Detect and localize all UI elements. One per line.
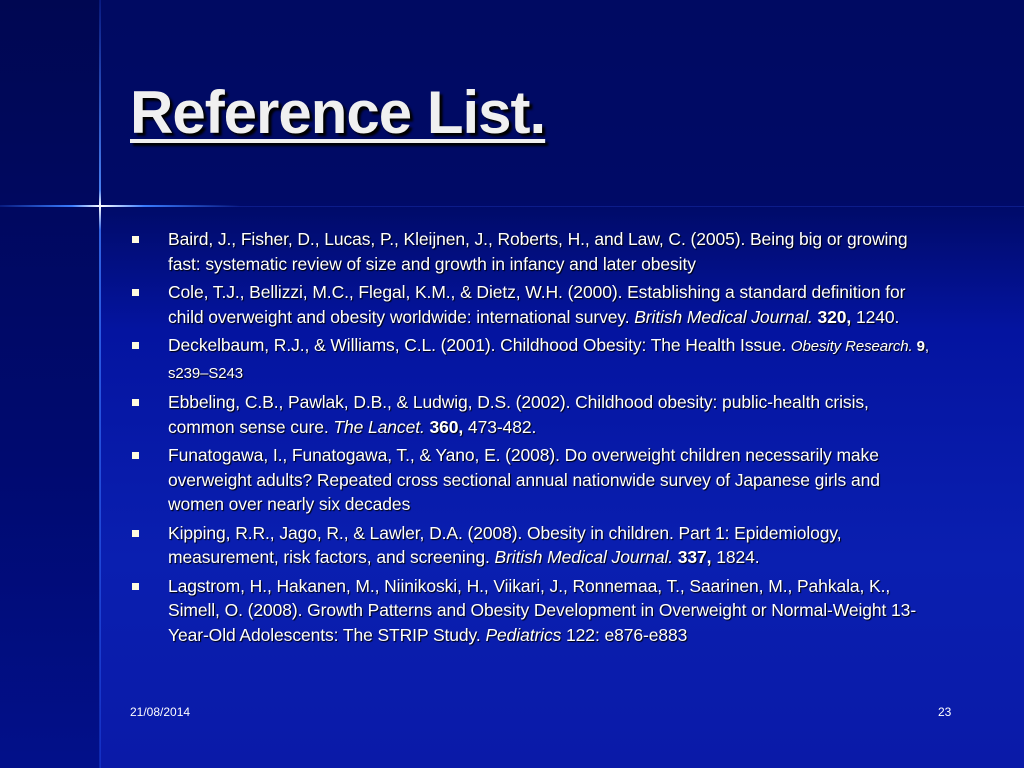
reference-text: 122: e876-e883 xyxy=(561,624,688,645)
reference-text: 1240. xyxy=(851,306,900,327)
square-bullet-icon xyxy=(132,236,139,243)
reference-item: Funatogawa, I., Funatogawa, T., & Yano, … xyxy=(132,443,932,517)
reference-text: British Medical Journal. xyxy=(494,547,674,567)
square-bullet-icon xyxy=(132,289,139,296)
slide-title: Reference List. xyxy=(130,79,546,146)
reference-text: Baird, J., Fisher, D., Lucas, P., Kleijn… xyxy=(168,229,908,274)
reference-text: 473-482. xyxy=(463,416,537,437)
slide-date: 21/08/2014 xyxy=(130,705,191,719)
square-bullet-icon xyxy=(132,342,139,349)
decorative-vertical-line xyxy=(99,0,101,768)
reference-text: 320, xyxy=(812,306,852,327)
reference-text: Pediatrics xyxy=(485,624,562,645)
reference-item: Lagstrom, H., Hakanen, M., Niinikoski, H… xyxy=(132,574,932,648)
reference-list: Baird, J., Fisher, D., Lucas, P., Kleijn… xyxy=(132,227,932,651)
decorative-horizontal-flare xyxy=(0,205,240,207)
slide-number: 23 xyxy=(938,705,952,719)
reference-text: The Lancet. xyxy=(333,416,425,437)
reference-text: 337, xyxy=(673,547,712,567)
reference-text: Funatogawa, I., Funatogawa, T., & Yano, … xyxy=(168,445,880,514)
reference-item: Deckelbaum, R.J., & Williams, C.L. (2001… xyxy=(132,333,932,386)
reference-text: 1824. xyxy=(711,547,760,567)
reference-text: British Medical Journal. xyxy=(634,306,813,327)
reference-text: Obesity Research. xyxy=(790,338,913,355)
background-left-strip xyxy=(0,0,100,768)
reference-item: Cole, T.J., Bellizzi, M.C., Flegal, K.M.… xyxy=(132,280,932,329)
reference-text: 9 xyxy=(912,338,925,355)
reference-item: Ebbeling, C.B., Pawlak, D.B., & Ludwig, … xyxy=(132,390,932,439)
reference-item: Baird, J., Fisher, D., Lucas, P., Kleijn… xyxy=(132,227,932,276)
reference-item: Kipping, R.R., Jago, R., & Lawler, D.A. … xyxy=(132,521,932,570)
square-bullet-icon xyxy=(132,529,139,537)
square-bullet-icon xyxy=(132,452,139,459)
reference-text: 360, xyxy=(424,416,464,437)
square-bullet-icon xyxy=(132,582,139,590)
square-bullet-icon xyxy=(132,399,139,406)
reference-text: Deckelbaum, R.J., & Williams, C.L. (2001… xyxy=(168,335,791,355)
